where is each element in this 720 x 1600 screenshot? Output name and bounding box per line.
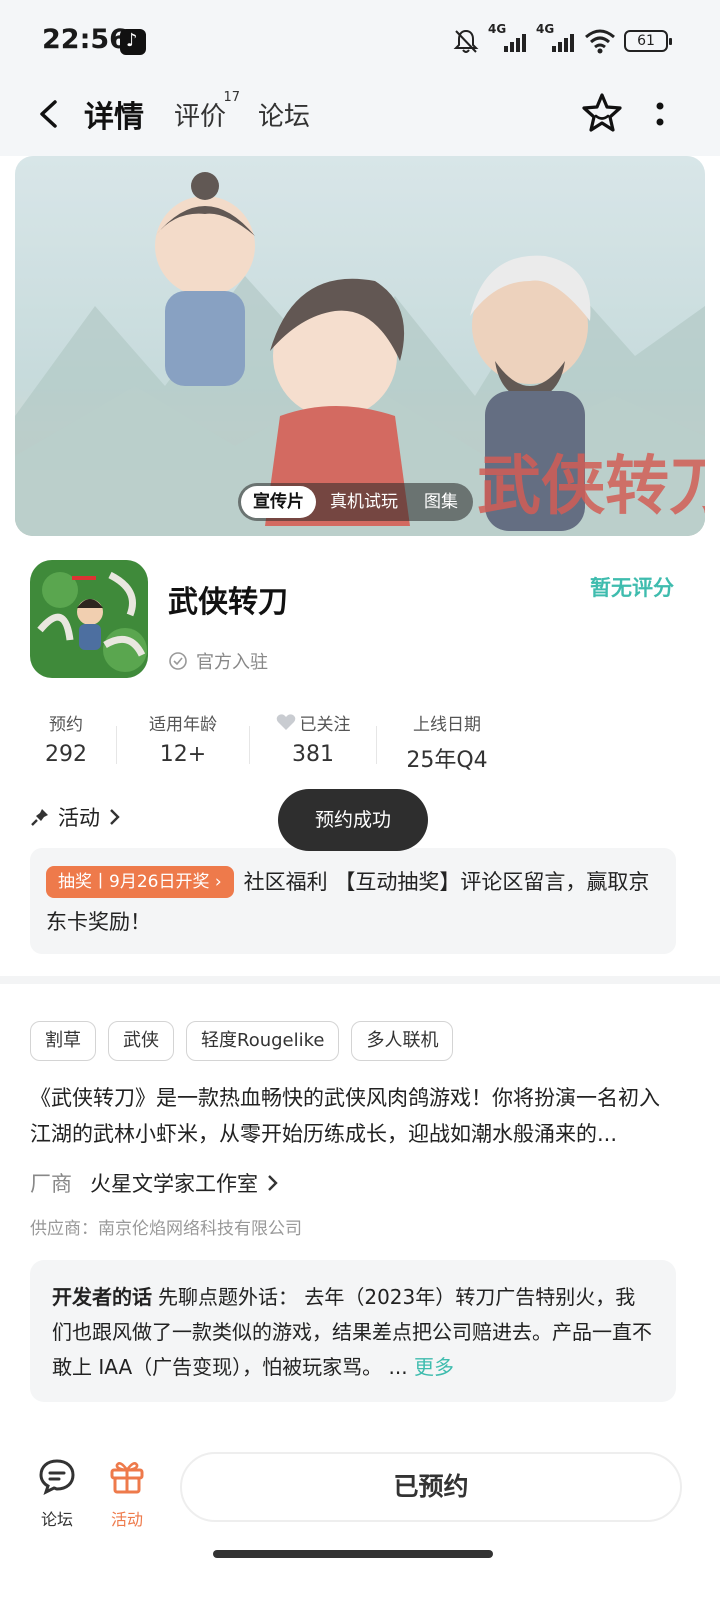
stat-age: 适用年龄 12+ xyxy=(149,714,217,768)
status-bar: 22:56 4G 4G 61 xyxy=(0,0,720,80)
battery-icon: 61 xyxy=(624,30,672,52)
pin-icon xyxy=(31,809,48,826)
stat-reservations: 预约 292 xyxy=(45,714,87,768)
chevron-right-icon xyxy=(268,1175,278,1191)
top-nav: 详情 评价 17 论坛 xyxy=(0,80,720,156)
supplier-info: 供应商：南京伦焰网络科技有限公司 xyxy=(30,1219,302,1239)
tab-reviews[interactable]: 评价 17 xyxy=(174,90,240,133)
promo-card[interactable]: 抽奖丨9月26日开奖 › 社区福利 【互动抽奖】评论区留言，赢取京东卡奖励！ xyxy=(30,848,676,954)
bottom-bar: 论坛 活动 已预约 xyxy=(0,1440,720,1600)
tag-chip[interactable]: 武侠 xyxy=(108,1021,174,1061)
more-options-icon[interactable] xyxy=(650,94,670,134)
developer-note-card[interactable]: 开发者的话 先聊点题外话： 去年（2023年）转刀广告特别火，我们也跟风做了一款类… xyxy=(30,1260,676,1402)
success-toast: 预约成功 xyxy=(278,789,428,851)
game-app-icon xyxy=(30,560,148,678)
media-segment-control: 宣传片 真机试玩 图集 xyxy=(238,483,473,521)
tab-forum[interactable]: 论坛 xyxy=(258,96,310,133)
bottom-activity-button[interactable]: 活动 xyxy=(97,1456,157,1530)
stats-row: 预约 292 适用年龄 12+ 已关注 381 上线日期 25年Q4 xyxy=(30,708,517,774)
game-detail-page: 22:56 4G 4G 61 xyxy=(0,0,720,1600)
more-link[interactable]: 更多 xyxy=(414,1355,454,1379)
tiktok-icon xyxy=(120,29,146,55)
rating-status: 暂无评分 xyxy=(590,576,674,600)
segment-gallery[interactable]: 图集 xyxy=(412,486,470,518)
lottery-tag[interactable]: 抽奖丨9月26日开奖 › xyxy=(46,866,234,898)
home-indicator xyxy=(213,1550,493,1558)
stat-release-date: 上线日期 25年Q4 xyxy=(406,714,488,774)
tag-list: 割草 武侠 轻度Rougelike 多人联机 xyxy=(30,1021,454,1061)
segment-trailer[interactable]: 宣传片 xyxy=(241,486,316,518)
status-time: 22:56 xyxy=(42,24,128,55)
developer-note-title: 开发者的话 xyxy=(52,1285,152,1309)
tag-chip[interactable]: 割草 xyxy=(30,1021,96,1061)
reviews-count-badge: 17 xyxy=(223,90,241,105)
tag-chip[interactable]: 多人联机 xyxy=(351,1021,454,1061)
game-description[interactable]: 《武侠转刀》是一款热血畅快的武侠风肉鸽游戏！你将扮演一名初入江湖的武林小虾米，从… xyxy=(30,1080,680,1152)
heart-icon xyxy=(276,714,295,730)
section-divider xyxy=(0,976,720,984)
reserved-button[interactable]: 已预约 xyxy=(180,1452,682,1522)
gift-icon xyxy=(110,1462,144,1494)
stat-followers[interactable]: 已关注 381 xyxy=(250,708,376,774)
vendor-link[interactable]: 厂商 火星文学家工作室 xyxy=(30,1168,280,1198)
segment-demo[interactable]: 真机试玩 xyxy=(318,486,410,518)
bottom-forum-button[interactable]: 论坛 xyxy=(27,1456,87,1530)
favorite-star-icon[interactable] xyxy=(578,90,626,138)
game-title: 武侠转刀 xyxy=(168,585,288,620)
bell-muted-icon xyxy=(453,29,479,53)
chat-bubble-icon xyxy=(39,1459,75,1495)
signal-1-icon: 4G xyxy=(488,22,528,52)
status-icons: 4G 4G 61 xyxy=(452,22,672,58)
tab-details[interactable]: 详情 xyxy=(80,92,148,136)
hero-banner[interactable]: 武侠转刀 xyxy=(15,156,705,536)
signal-2-icon: 4G xyxy=(536,22,576,52)
chevron-right-icon xyxy=(110,809,120,825)
official-badge: 官方入驻 xyxy=(168,648,268,674)
check-circle-icon xyxy=(169,652,187,670)
tag-chip[interactable]: 轻度Rougelike xyxy=(186,1021,340,1061)
wifi-icon xyxy=(585,29,615,54)
game-promo-art: 武侠转刀 xyxy=(15,156,705,536)
activity-link[interactable]: 活动 xyxy=(30,802,122,832)
back-arrow-icon[interactable] xyxy=(30,94,70,134)
